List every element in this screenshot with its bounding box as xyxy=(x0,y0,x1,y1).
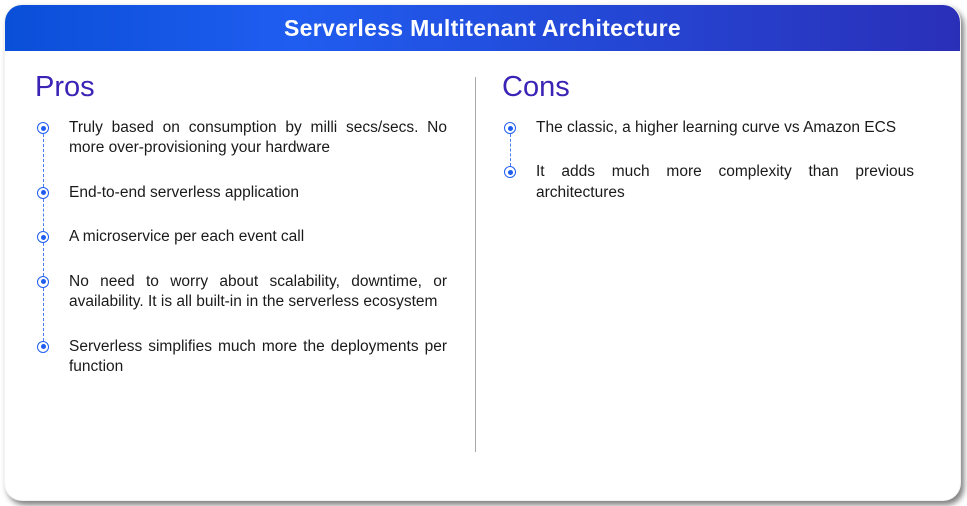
bullet-icon xyxy=(37,341,49,353)
pros-column: Pros Truly based on consumption by milli… xyxy=(37,71,475,480)
list-item: It adds much more complexity than pre­vi… xyxy=(536,162,914,203)
bullet-icon xyxy=(37,276,49,288)
pros-list: Truly based on consumption by milli secs… xyxy=(37,118,447,378)
list-item-text: The classic, a higher learning curve vs … xyxy=(536,119,896,136)
connector-line xyxy=(43,134,44,187)
card-body: Pros Truly based on consumption by milli… xyxy=(5,51,960,500)
list-item: Truly based on consumption by milli secs… xyxy=(69,118,447,159)
connector-line xyxy=(43,199,44,231)
list-item: End-to-end serverless application xyxy=(69,183,447,203)
cons-column: Cons The classic, a higher learning curv… xyxy=(476,71,932,480)
card-title: Serverless Multitenant Architecture xyxy=(284,15,681,42)
bullet-icon xyxy=(504,166,516,178)
bullet-icon xyxy=(37,187,49,199)
pros-title: Pros xyxy=(35,71,447,104)
bullet-icon xyxy=(37,122,49,134)
list-item-text: No need to worry about scalability, down… xyxy=(69,273,447,310)
cons-title: Cons xyxy=(502,71,914,104)
connector-line xyxy=(43,288,44,341)
list-item-text: End-to-end serverless application xyxy=(69,184,299,201)
bullet-icon xyxy=(504,122,516,134)
list-item: A microservice per each event call xyxy=(69,227,447,247)
list-item-text: Serverless simplifies much more the de­p… xyxy=(69,338,447,375)
list-item-text: A microservice per each event call xyxy=(69,228,304,245)
connector-line xyxy=(510,134,511,166)
bullet-icon xyxy=(37,231,49,243)
list-item: Serverless simplifies much more the de­p… xyxy=(69,337,447,378)
list-item: The classic, a higher learning curve vs … xyxy=(536,118,914,138)
list-item-text: It adds much more complexity than pre­vi… xyxy=(536,163,914,200)
list-item: No need to worry about scalability, down… xyxy=(69,272,447,313)
cons-list: The classic, a higher learning curve vs … xyxy=(504,118,914,203)
card-header: Serverless Multitenant Architecture xyxy=(5,5,960,51)
connector-line xyxy=(43,243,44,275)
list-item-text: Truly based on consumption by milli secs… xyxy=(69,119,447,156)
architecture-card: Serverless Multitenant Architecture Pros… xyxy=(4,4,961,501)
